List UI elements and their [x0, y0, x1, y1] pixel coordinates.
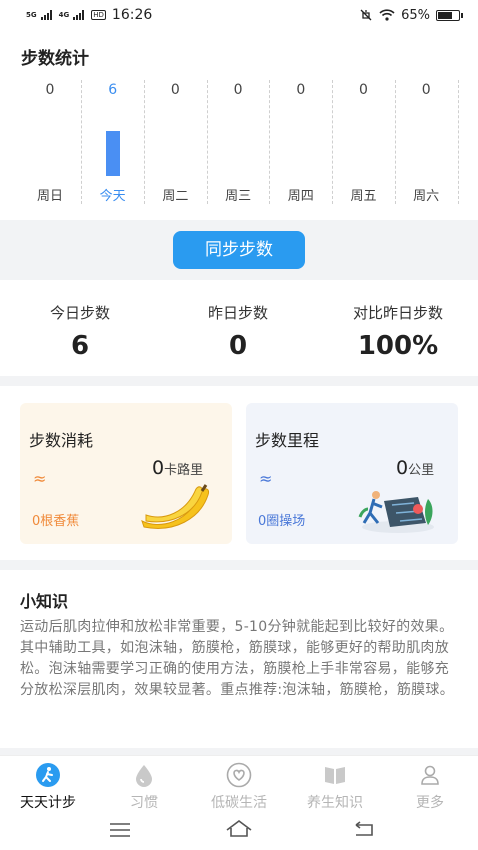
distance-card[interactable]: 步数里程 ≈ 0公里 0圈操场 [246, 403, 458, 544]
track-laps: 0圈操场 [258, 514, 306, 529]
tab-health-knowledge[interactable]: 养生知识 [287, 762, 383, 812]
divider-band [0, 748, 478, 755]
status-time: 16:26 [111, 7, 153, 23]
calorie-card[interactable]: 步数消耗 ≈ 0卡路里 0根香蕉 [20, 403, 232, 544]
banana-count: 0根香蕉 [32, 514, 80, 529]
calorie-unit: 卡路里 [164, 463, 204, 478]
card-title: 步数里程 [255, 431, 320, 450]
column-separator [269, 80, 271, 204]
day-label: 周二 [162, 189, 189, 204]
tab-more[interactable]: 更多 [382, 762, 478, 812]
wave-icon: ≈ [33, 469, 47, 488]
stat-label: 对比昨日步数 [352, 304, 443, 322]
distance-unit: 公里 [408, 463, 435, 478]
signal-5g-icon: 5G [26, 10, 37, 19]
tab-label: 养生知识 [307, 795, 363, 811]
calorie-value: 0卡路里 [152, 457, 203, 479]
day-label: 周三 [225, 189, 252, 204]
tab-label: 更多 [416, 795, 444, 811]
banana-icon [141, 484, 209, 529]
stat-value: 0 [228, 331, 248, 361]
column-separator [457, 80, 459, 204]
day-label: 周六 [413, 189, 440, 204]
stat-compare: 对比昨日步数 100% [333, 302, 463, 361]
tips-text: 运动后肌肉拉伸和放松非常重要，5-10分钟就能起到比较好的效果。其中辅助工具，如… [20, 619, 455, 698]
divider-band [0, 376, 478, 386]
stat-label: 昨日步数 [207, 304, 268, 322]
bar-value-label: 0 [45, 82, 55, 98]
column-separator [144, 80, 146, 204]
stat-value: 6 [70, 331, 90, 361]
system-nav-bar [0, 812, 478, 850]
day-label: 周五 [350, 189, 377, 204]
signal-4g-icon: 4G [58, 10, 70, 19]
stat-value: 100% [357, 331, 439, 361]
tab-habit[interactable]: 习惯 [96, 762, 192, 812]
home-icon[interactable] [224, 818, 254, 838]
heart-icon [226, 762, 252, 788]
runner-map-icon [358, 491, 434, 533]
steps-chart: 0 周日 6 今天 0 周二 0 周三 0 周四 0 周五 0 周六 [20, 78, 460, 210]
column-separator [206, 80, 208, 204]
distance-value: 0公里 [396, 457, 434, 479]
day-label: 今天 [99, 189, 126, 204]
tab-low-carbon[interactable]: 低碳生活 [191, 762, 287, 812]
stat-today: 今日步数 6 [30, 302, 130, 361]
drop-icon [136, 765, 152, 787]
card-title: 步数消耗 [29, 431, 94, 450]
menu-icon[interactable] [108, 822, 132, 838]
stat-yesterday: 昨日步数 0 [188, 302, 288, 361]
day-label: 周四 [287, 189, 314, 204]
signal-bars-icon [40, 10, 52, 20]
back-icon[interactable] [352, 820, 376, 838]
stat-label: 今日步数 [49, 304, 110, 322]
stats-row: 今日步数 6 昨日步数 0 对比昨日步数 100% [0, 280, 478, 376]
bar-value-label: 0 [421, 82, 431, 98]
tab-bar: 天天计步 习惯 低碳生活 养生知识 更多 [0, 755, 478, 812]
column-separator [332, 80, 334, 204]
wave-icon: ≈ [259, 469, 273, 488]
mute-icon [360, 9, 372, 21]
bar-value-label: 0 [170, 82, 180, 98]
walker-icon [36, 763, 60, 787]
column-separator [394, 80, 396, 204]
wifi-icon [379, 9, 395, 21]
bar [105, 131, 120, 176]
status-bar: 5G 4G HD 16:26 65% [0, 0, 478, 30]
bar-value-label: 0 [233, 82, 243, 98]
column-separator [81, 80, 83, 204]
distance-number: 0 [396, 457, 409, 479]
hd-icon: HD [91, 10, 106, 20]
status-right: 65% [359, 7, 463, 23]
tab-label: 习惯 [130, 795, 158, 811]
battery-icon [436, 9, 463, 21]
battery-percent: 65% [401, 7, 430, 23]
tips-title: 小知识 [20, 592, 69, 611]
book-icon [325, 767, 345, 784]
bar-value-label: 0 [359, 82, 368, 98]
status-left: 5G 4G HD 16:26 [26, 7, 152, 23]
tab-step-counter[interactable]: 天天计步 [0, 762, 96, 812]
divider-band [0, 560, 478, 570]
person-icon [421, 765, 439, 785]
calorie-number: 0 [152, 457, 165, 479]
tab-label: 低碳生活 [211, 795, 267, 811]
day-label: 周日 [36, 189, 63, 204]
tips-section: 小知识 运动后肌肉拉伸和放松非常重要，5-10分钟就能起到比较好的效果。其中辅助… [0, 570, 478, 750]
tab-label: 天天计步 [20, 795, 76, 811]
bar-value-label: 0 [296, 82, 306, 98]
sync-steps-button[interactable]: 同步步数 [173, 231, 305, 269]
bar-value-label: 6 [108, 82, 118, 98]
signal-bars-icon [73, 10, 85, 20]
steps-section-title: 步数统计 [21, 49, 89, 69]
